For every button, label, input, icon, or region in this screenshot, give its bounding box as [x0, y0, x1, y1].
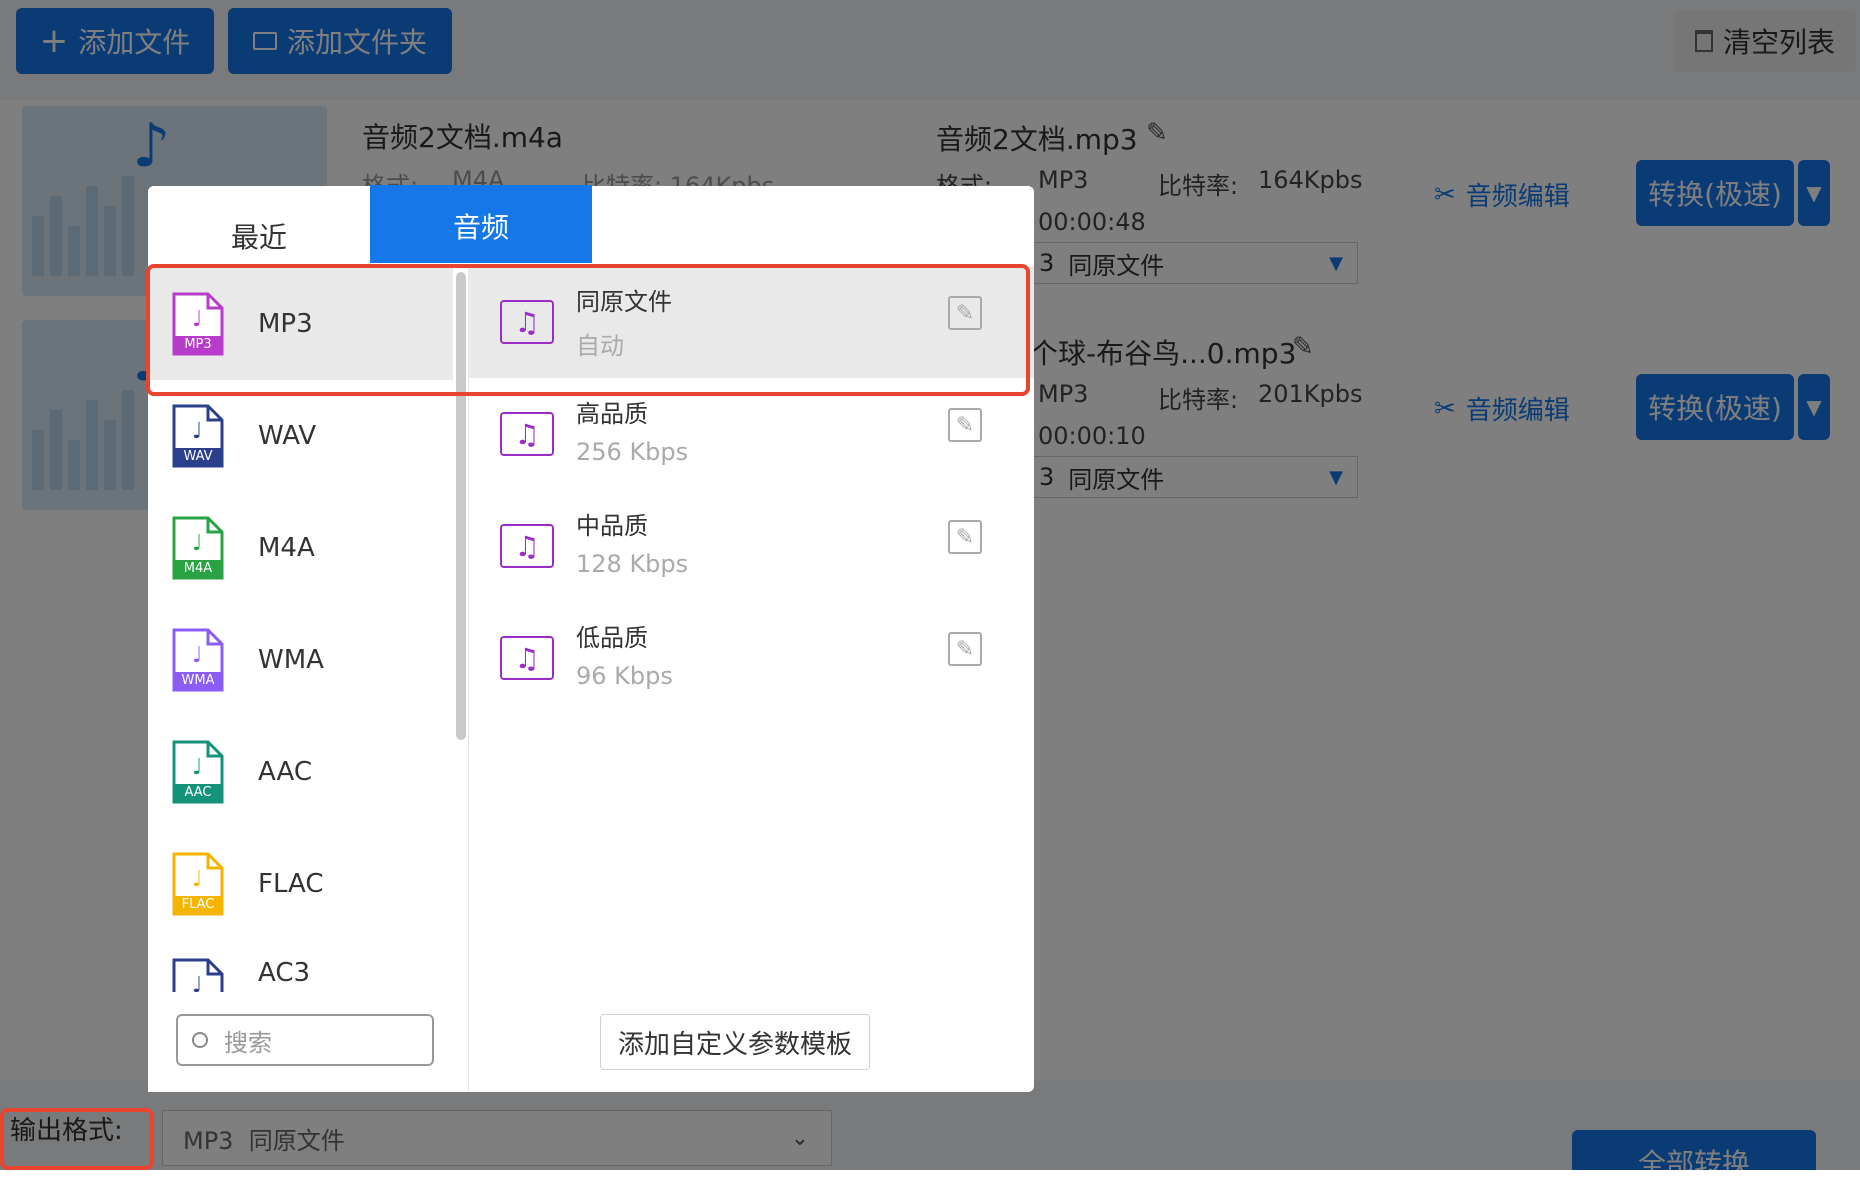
edit-preset-icon[interactable]: ✎ [948, 520, 982, 554]
search-placeholder: 搜索 [224, 1028, 272, 1057]
format-label: AC3 [258, 958, 311, 988]
edit-preset-icon[interactable]: ✎ [948, 408, 982, 442]
search-icon [192, 1032, 208, 1048]
format-badge: M4A [183, 561, 213, 576]
format-item-wma[interactable]: ♩ WMA WMA [148, 604, 453, 716]
format-label: WMA [258, 645, 324, 675]
preset-item[interactable]: ♫ 低品质 96 Kbps ✎ [478, 602, 1034, 714]
preset-subtitle: 96 Kbps [576, 662, 673, 690]
selected-row-highlight [146, 264, 1030, 396]
music-note-icon: ♫ [500, 524, 554, 568]
audio-file-icon: ♩ M4A [170, 516, 226, 580]
preset-subtitle: 256 Kbps [576, 438, 689, 466]
format-badge: AAC [184, 785, 212, 800]
preset-title: 中品质 [576, 512, 648, 540]
format-item-aac[interactable]: ♩ AAC AAC [148, 716, 453, 828]
svg-text:♩: ♩ [192, 643, 202, 668]
preset-item[interactable]: ♫ 中品质 128 Kbps ✎ [478, 490, 1034, 602]
tab-audio[interactable]: 音频 [370, 185, 592, 263]
audio-file-icon: ♩ FLAC [170, 852, 226, 916]
format-label: FLAC [258, 869, 324, 899]
format-label: M4A [258, 533, 315, 563]
audio-file-icon: ♩ WMA [170, 628, 226, 692]
tab-recent-label: 最近 [230, 221, 287, 254]
search-input[interactable]: 搜索 [176, 1014, 434, 1066]
audio-file-icon: ♩ [170, 958, 226, 992]
tab-recent[interactable]: 最近 [148, 186, 370, 266]
svg-text:♩: ♩ [192, 755, 202, 780]
format-item-wav[interactable]: ♩ WAV WAV [148, 380, 453, 492]
preset-title: 低品质 [576, 624, 648, 652]
format-badge: WMA [181, 673, 215, 688]
format-badge: FLAC [181, 897, 215, 912]
tab-audio-label: 音频 [452, 211, 509, 244]
preset-title: 高品质 [576, 400, 648, 428]
format-badge: WAV [183, 449, 213, 464]
svg-text:♩: ♩ [192, 867, 202, 892]
music-note-icon: ♫ [500, 636, 554, 680]
format-label: AAC [258, 757, 312, 787]
format-label: WAV [258, 421, 317, 451]
format-item-ac3[interactable]: ♩ AC3 [148, 958, 453, 992]
output-format-highlight [0, 1108, 154, 1170]
svg-text:♩: ♩ [192, 973, 202, 992]
svg-text:♩: ♩ [192, 419, 202, 444]
add-custom-template-button[interactable]: 添加自定义参数模板 [600, 1014, 870, 1070]
preset-subtitle: 128 Kbps [576, 550, 689, 578]
svg-text:♩: ♩ [192, 531, 202, 556]
format-item-m4a[interactable]: ♩ M4A M4A [148, 492, 453, 604]
music-note-icon: ♫ [500, 412, 554, 456]
audio-file-icon: ♩ WAV [170, 404, 226, 468]
edit-preset-icon[interactable]: ✎ [948, 632, 982, 666]
audio-file-icon: ♩ AAC [170, 740, 226, 804]
format-item-flac[interactable]: ♩ FLAC FLAC [148, 828, 453, 940]
